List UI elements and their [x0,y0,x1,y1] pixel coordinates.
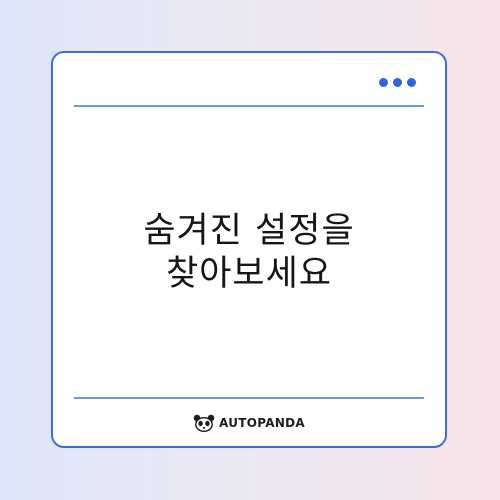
more-dots-icon[interactable] [379,78,416,87]
dot [379,78,388,87]
content-card: 숨겨진 설정을 찾아보세요 AUTOPANDA [51,51,447,448]
brand-logo: AUTOPANDA [53,414,445,432]
bottom-divider [74,397,424,399]
headline-line-2: 찾아보세요 [165,254,332,294]
headline-line-1: 숨겨진 설정을 [143,211,355,251]
dot [393,78,402,87]
brand-name: AUTOPANDA [218,416,306,430]
dot [407,78,416,87]
top-divider [74,105,424,107]
headline: 숨겨진 설정을 찾아보세요 [53,210,445,296]
panda-icon [193,414,215,432]
